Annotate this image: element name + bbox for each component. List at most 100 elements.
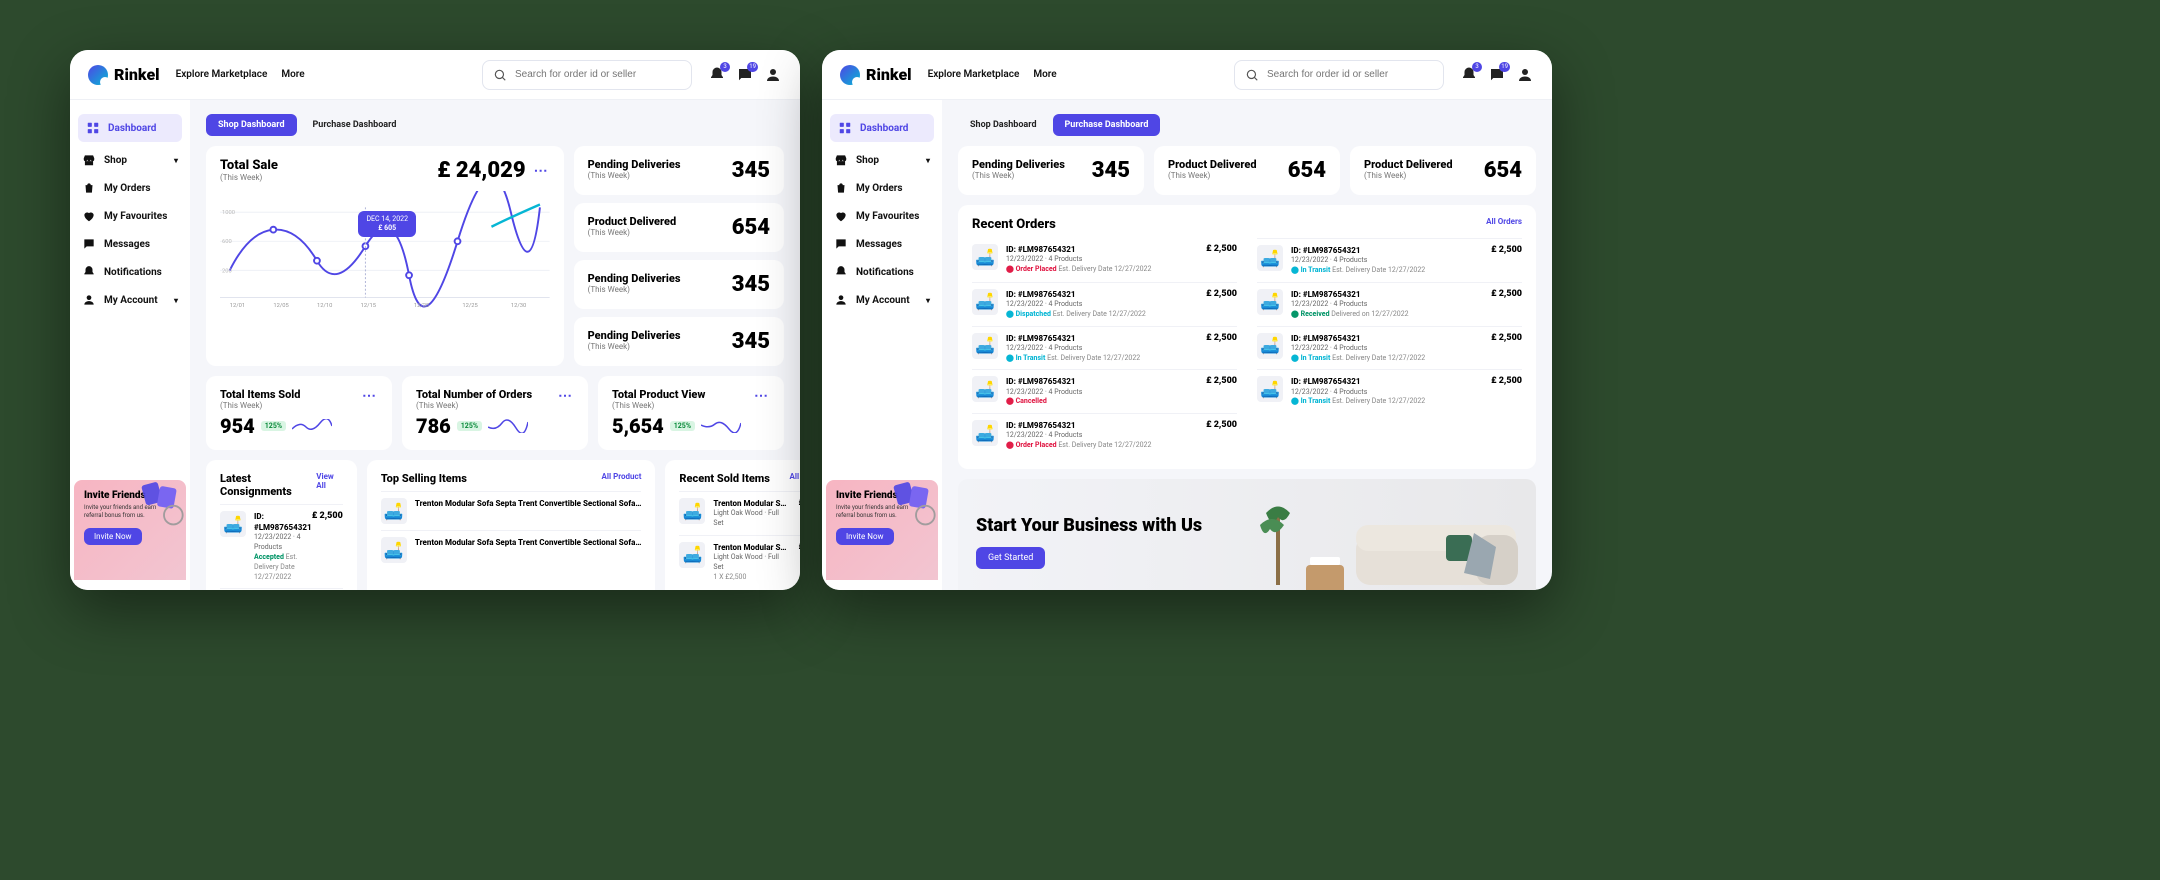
brand-logo[interactable]: Rinkel [88,65,160,85]
nav-explore[interactable]: Explore Marketplace [176,69,268,80]
search-icon [493,68,507,82]
main-purchase: Shop Dashboard Purchase Dashboard Pendin… [942,100,1552,590]
order-row[interactable]: 🛋️ ID: #LM987654321 12/23/2022 · 4 Produ… [972,326,1237,370]
list-item[interactable]: 🛋️ Trenton Modular Sofa…Light Oak Wood ·… [679,491,800,535]
stat-delivered-2: Product Delivered(This Week)654 [1350,146,1536,195]
sidebar-item-orders[interactable]: My Orders [822,174,942,202]
total-sale-title: Total Sale [220,158,278,173]
sidebar-item-account[interactable]: My Account▾ [822,286,942,314]
sidebar-item-account[interactable]: My Account ▾ [70,286,190,314]
dashboard-tabs: Shop Dashboard Purchase Dashboard [958,112,1536,136]
more-icon[interactable]: ⋯ [534,163,550,179]
notifications-icon[interactable]: 3 [1460,66,1478,84]
tab-shop-dashboard[interactable]: Shop Dashboard [958,114,1049,136]
sidebar-item-messages[interactable]: Messages [822,230,942,258]
tab-shop-dashboard[interactable]: Shop Dashboard [206,114,297,136]
sparkline-icon [292,419,332,433]
topbar: Rinkel Explore Marketplace More 3 19 [822,50,1552,100]
total-sale-sub: (This Week) [220,173,278,182]
total-sale-card: Total Sale (This Week) £ 24,029 ⋯ [206,146,564,366]
tab-purchase-dashboard[interactable]: Purchase Dashboard [1053,114,1161,136]
search-bar[interactable] [482,60,692,90]
list-item[interactable]: 🛋️ ID: #LM987654321 12/23/2022 · 4 Produ… [220,504,343,588]
sidebar-item-dashboard[interactable]: Dashboard [78,114,182,142]
badge-messages: 19 [747,62,758,72]
profile-icon[interactable] [1516,66,1534,84]
sparkline-icon [488,419,528,433]
list-item[interactable]: 🛋️ ID: #LM987654321 12/23/2022 · 4 Produ… [220,588,343,590]
promo-art-icon [136,480,186,530]
list-item[interactable]: 🛋️ Trenton Modular Sofa…Light Oak Wood ·… [679,535,800,589]
product-thumb-icon: 🛋️ [381,498,407,524]
product-thumb-icon: 🛋️ [1257,333,1283,359]
order-row[interactable]: 🛋️ ID: #LM987654321 12/23/2022 · 4 Produ… [972,282,1237,326]
sidebar-item-favourites[interactable]: My Favourites [822,202,942,230]
messages-icon[interactable]: 19 [736,66,754,84]
pct-badge: 125% [261,421,286,431]
search-bar[interactable] [1234,60,1444,90]
pct-badge: 125% [457,421,482,431]
start-business-banner: Start Your Business with Us Get Started [958,479,1536,590]
product-thumb-icon: 🛋️ [972,333,998,359]
messages-icon[interactable]: 19 [1488,66,1506,84]
order-row[interactable]: 🛋️ ID: #LM987654321 12/23/2022 · 4 Produ… [1257,282,1522,326]
nav-explore[interactable]: Explore Marketplace [928,69,1020,80]
more-icon[interactable]: ⋯ [558,388,574,404]
chevron-down-icon: ▾ [926,296,930,305]
sidebar-item-shop[interactable]: Shop▾ [822,146,942,174]
nav-more[interactable]: More [1033,69,1056,80]
dashboard-tabs: Shop Dashboard Purchase Dashboard [206,112,784,136]
shop-icon [82,153,96,167]
invite-button[interactable]: Invite Now [84,528,142,545]
sales-chart: 12/01 12/05 12/10 12/15 12/20 12/25 12/3… [220,191,550,311]
user-icon [82,293,96,307]
get-started-button[interactable]: Get Started [976,547,1045,569]
order-row[interactable]: 🛋️ ID: #LM987654321 12/23/2022 · 4 Produ… [972,238,1237,282]
top-selling-card: Top Selling ItemsAll Product 🛋️ Trenton … [367,460,656,590]
purchase-dashboard-screen: Rinkel Explore Marketplace More 3 19 [822,50,1552,590]
invite-button[interactable]: Invite Now [836,528,894,545]
stat-delivered-1: Product Delivered(This Week)654 [1154,146,1340,195]
svg-text:200: 200 [222,268,232,274]
search-input[interactable] [515,69,681,80]
order-row[interactable]: 🛋️ ID: #LM987654321 12/23/2022 · 4 Produ… [1257,238,1522,282]
sidebar-item-shop[interactable]: Shop ▾ [70,146,190,174]
order-row[interactable]: 🛋️ ID: #LM987654321 12/23/2022 · 4 Produ… [972,413,1237,457]
list-item[interactable]: 🛋️ Trenton Modular Sofa Septa Trent Conv… [381,530,642,569]
profile-icon[interactable] [764,66,782,84]
logo-mark-icon [840,65,860,85]
list-item[interactable]: 🛋️ Trenton Modular Sofa Septa Trent Conv… [381,491,642,530]
bell-icon [834,265,848,279]
order-row[interactable]: 🛋️ ID: #LM987654321 12/23/2022 · 4 Produ… [972,369,1237,413]
notifications-icon[interactable]: 3 [708,66,726,84]
sidebar-item-favourites[interactable]: My Favourites [70,202,190,230]
sidebar-item-notifications[interactable]: Notifications [70,258,190,286]
all-product-link[interactable]: All Product [789,472,800,481]
sidebar-item-orders[interactable]: My Orders [70,174,190,202]
search-input[interactable] [1267,69,1433,80]
brand-logo[interactable]: Rinkel [840,65,912,85]
sidebar-item-messages[interactable]: Messages [70,230,190,258]
more-icon[interactable]: ⋯ [362,388,378,404]
all-orders-link[interactable]: All Orders [1486,217,1522,226]
product-thumb-icon: 🛋️ [972,376,998,402]
heart-icon [82,209,96,223]
view-all-link[interactable]: View All [316,472,343,490]
product-thumb-icon: 🛋️ [972,420,998,446]
chat-icon [82,237,96,251]
brand-name: Rinkel [114,65,160,84]
order-row[interactable]: 🛋️ ID: #LM987654321 12/23/2022 · 4 Produ… [1257,369,1522,413]
nav-more[interactable]: More [281,69,304,80]
main-shop: Shop Dashboard Purchase Dashboard Total … [190,100,800,590]
more-icon[interactable]: ⋯ [754,388,770,404]
product-thumb-icon: 🛋️ [220,511,246,537]
order-row[interactable]: 🛋️ ID: #LM987654321 12/23/2022 · 4 Produ… [1257,326,1522,370]
sidebar-item-dashboard[interactable]: Dashboard [830,114,934,142]
chevron-down-icon: ▾ [174,156,178,165]
tab-purchase-dashboard[interactable]: Purchase Dashboard [301,114,409,136]
sidebar-item-notifications[interactable]: Notifications [822,258,942,286]
grid-icon [838,121,852,135]
all-product-link[interactable]: All Product [601,472,641,481]
topbar: Rinkel Explore Marketplace More 3 19 [70,50,800,100]
mini-orders: Total Number of Orders(This Week)⋯ 78612… [402,376,588,450]
